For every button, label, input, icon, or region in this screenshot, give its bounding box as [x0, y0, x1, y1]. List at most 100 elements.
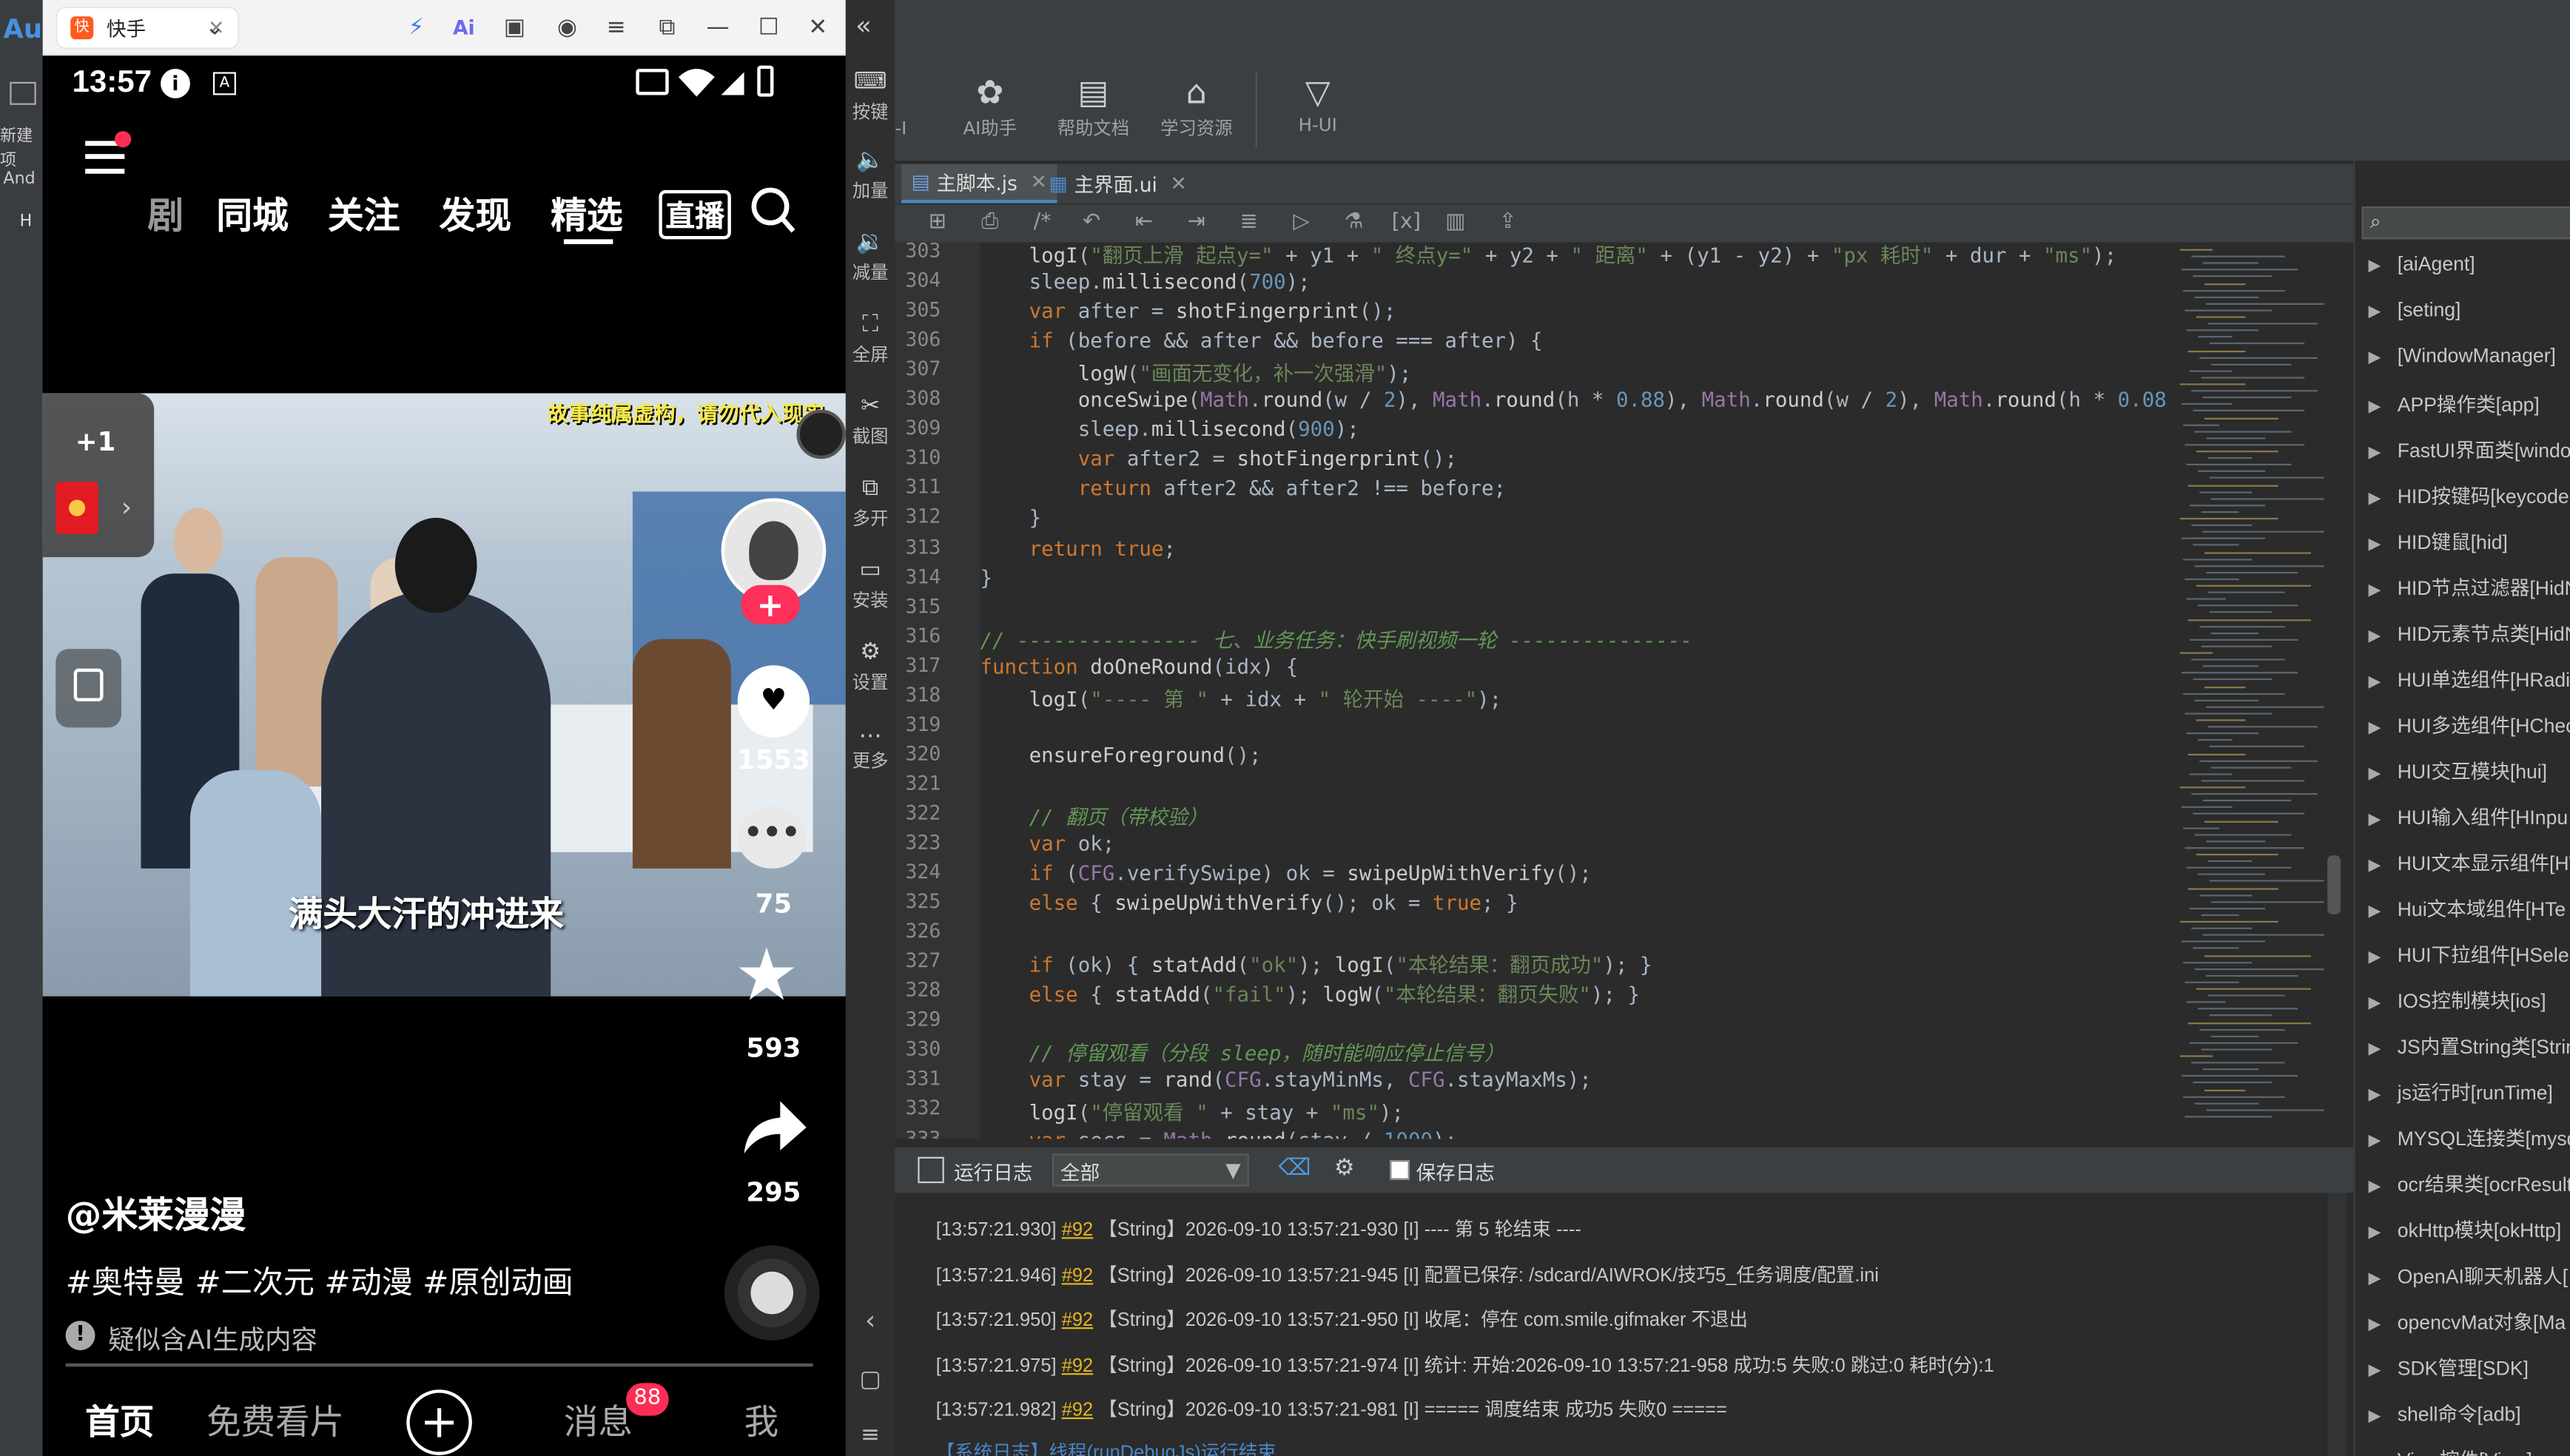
pin-window-icon[interactable]: ⧉ — [653, 13, 682, 43]
ai-icon[interactable]: Ai — [449, 13, 479, 43]
api-tree-item[interactable]: ▶ HUI单选组件[HRadi — [2369, 665, 2570, 693]
code-editor[interactable]: 303 304 305 306 307 308 309 310 311 312 313 314 315 3… — [895, 242, 2354, 1139]
log-filter-select[interactable]: 全部 ▼ — [1052, 1153, 1249, 1187]
api-tree-item[interactable]: ▶ okHttp模块[okHttp] — [2369, 1216, 2570, 1244]
video-save-button[interactable] — [55, 649, 121, 728]
bottom-nav-home[interactable]: 首页 — [85, 1396, 154, 1445]
api-tree-item[interactable]: ▶ Hui文本域组件[HTe — [2369, 894, 2570, 923]
video-frame[interactable]: 故事纯属虚构，请勿代入现实 +1 › 满头大汗的冲进来 — [42, 393, 846, 997]
h-ui-button[interactable]: ▽ H-UI — [1268, 72, 1367, 135]
tool-more[interactable]: … 更多 — [846, 718, 895, 773]
tab-close-icon[interactable]: ✕ — [1171, 172, 1187, 195]
api-tree-item[interactable]: ▶ HUI输入组件[HInpu — [2369, 803, 2570, 831]
scroll-thumb[interactable] — [2327, 855, 2341, 914]
expand-arrow-icon[interactable]: ▶ — [2369, 582, 2381, 599]
expand-arrow-icon[interactable]: ▶ — [2369, 1040, 2381, 1058]
expand-arrow-icon[interactable]: ▶ — [2369, 673, 2381, 691]
collapse-toolbar-icon[interactable]: « — [855, 10, 872, 41]
editor-scrollbar[interactable] — [2324, 242, 2347, 1139]
run-icon[interactable]: ▷ — [1285, 210, 1317, 240]
maximize-icon[interactable]: ☐ — [754, 13, 784, 43]
tool-vol-down[interactable]: 🔉 减量 — [846, 229, 895, 285]
expand-arrow-icon[interactable]: ▶ — [2369, 948, 2381, 966]
nav-tab-featured[interactable]: 精选 — [551, 186, 622, 239]
api-tree-item[interactable]: ▶ js运行时[runTime] — [2369, 1078, 2570, 1106]
api-tree-item[interactable]: ▶ [seting] — [2369, 298, 2570, 321]
bottom-nav-free[interactable]: 免费看片 — [206, 1396, 344, 1445]
expand-arrow-icon[interactable]: ▶ — [2369, 536, 2381, 553]
expand-arrow-icon[interactable]: ▶ — [2369, 1408, 2381, 1426]
indent-right-icon[interactable]: ⇥ — [1180, 210, 1213, 240]
learning-button[interactable]: ⌂ 学习资源 — [1147, 72, 1245, 141]
search-icon[interactable] — [750, 186, 796, 235]
minimize-icon[interactable]: — — [703, 13, 733, 43]
bottom-nav-messages[interactable]: 消息 — [564, 1396, 633, 1445]
tool-fullscreen[interactable]: ⛶ 全屏 — [846, 311, 895, 367]
clear-log-icon[interactable]: ⌫ — [1279, 1156, 1311, 1182]
api-tree-item[interactable]: ▶ HUI多选组件[HChec — [2369, 711, 2570, 739]
log-scrollbar[interactable] — [2327, 1193, 2347, 1456]
store-icon[interactable]: ▣ — [500, 13, 530, 43]
expand-arrow-icon[interactable]: ▶ — [2369, 1086, 2381, 1104]
video-tags[interactable]: #奥特曼 #二次元 #动漫 #原创动画 — [66, 1258, 573, 1303]
comment-icon[interactable]: ••• — [737, 806, 807, 869]
expand-arrow-icon[interactable]: ▶ — [2369, 1316, 2381, 1334]
expand-arrow-icon[interactable]: ▶ — [2369, 257, 2381, 275]
close-icon[interactable]: ✕ — [803, 13, 832, 43]
menu-icon[interactable]: ≡ — [602, 13, 631, 43]
tab-main-ui[interactable]: ▦ 主界面.ui ✕ — [1039, 164, 1197, 203]
api-tree-item[interactable]: ▶ HUI文本显示组件[HT — [2369, 849, 2570, 877]
api-tree-item[interactable]: ▶ APP操作类[app] — [2369, 390, 2570, 418]
save-log-checkbox[interactable] — [1390, 1160, 1410, 1180]
format-icon[interactable]: ≣ — [1233, 210, 1265, 240]
favorite-star-icon[interactable]: ★ — [734, 940, 798, 1012]
log-thread-link[interactable]: #92 — [1062, 1401, 1093, 1421]
music-disc[interactable] — [724, 1245, 820, 1341]
ai-assistant-button[interactable]: ✿ AI助手 — [941, 72, 1039, 141]
back-nav-icon[interactable]: ‹ — [846, 1304, 895, 1335]
tool-screenshot[interactable]: ✂ 截图 — [846, 394, 895, 449]
tool-keys[interactable]: ⌨ 按键 — [846, 69, 895, 124]
create-plus-button[interactable]: + — [406, 1389, 472, 1455]
api-tree-item[interactable]: ▶View控件[View] — [2369, 1446, 2570, 1456]
tool-install[interactable]: ▭ 安装 — [846, 557, 895, 613]
api-tree-item[interactable]: ▶ HID按键码[keycode — [2369, 482, 2570, 510]
api-tree-item[interactable]: ▶ HUI下拉组件[HSele — [2369, 940, 2570, 968]
api-tree-item[interactable]: ▶ FastUI界面类[windo — [2369, 436, 2570, 464]
expand-arrow-icon[interactable]: ▶ — [2369, 1132, 2381, 1150]
log-settings-icon[interactable]: ⚙ — [1334, 1156, 1355, 1182]
expand-arrow-icon[interactable]: ▶ — [2369, 349, 2381, 367]
follow-plus-button[interactable]: + — [741, 584, 800, 624]
log-thread-link[interactable]: #92 — [1062, 1267, 1093, 1287]
expand-arrow-icon[interactable]: ▶ — [2369, 1454, 2381, 1456]
tool-settings[interactable]: ⚙ 设置 — [846, 639, 895, 695]
api-tree-item[interactable]: ▶ HID键鼠[hid] — [2369, 528, 2570, 556]
tab-dropdown-icon[interactable]: ⌄ — [200, 13, 229, 43]
add-icon[interactable]: ⊞ — [921, 210, 954, 240]
home-nav-icon[interactable]: ▢ — [846, 1366, 895, 1392]
api-tree-item[interactable]: ▶ MYSQL连接类[mysq — [2369, 1124, 2570, 1152]
red-packet-widget[interactable]: +1 › — [42, 393, 155, 558]
api-search-input[interactable]: ⌕ — [2361, 206, 2570, 240]
expand-arrow-icon[interactable]: ▶ — [2369, 857, 2381, 874]
api-tree-item[interactable]: ▶ SDK管理[SDK] — [2369, 1354, 2570, 1382]
clipboard-icon[interactable]: ▥ — [1439, 210, 1472, 240]
api-tree-item[interactable]: ▶ [aiAgent] — [2369, 252, 2570, 275]
bolt-icon[interactable]: ⚡ — [402, 13, 431, 43]
expand-arrow-icon[interactable]: ▶ — [2369, 1179, 2381, 1196]
api-tree-item[interactable]: ▶ [WindowManager] — [2369, 344, 2570, 367]
expand-arrow-icon[interactable]: ▶ — [2369, 1224, 2381, 1242]
tab-main-script[interactable]: ▤ 主脚本.js ✕ — [901, 164, 1057, 203]
expand-arrow-icon[interactable]: ▶ — [2369, 719, 2381, 737]
expand-arrow-icon[interactable]: ▶ — [2369, 1270, 2381, 1288]
nav-tab-drama[interactable]: 剧 — [147, 186, 184, 239]
expand-arrow-icon[interactable]: ▶ — [2369, 303, 2381, 321]
expand-arrow-icon[interactable]: ▶ — [2369, 811, 2381, 829]
api-tree-item[interactable]: ▶ HID节点过滤器[HidN — [2369, 573, 2570, 601]
flask-icon[interactable]: ⚗ — [1337, 210, 1370, 240]
expand-arrow-icon[interactable]: ▶ — [2369, 398, 2381, 416]
nav-tab-discover[interactable]: 发现 — [440, 186, 511, 239]
nav-tab-local[interactable]: 同城 — [216, 186, 288, 239]
nav-tab-follow[interactable]: 关注 — [328, 186, 400, 239]
variable-icon[interactable]: [x] — [1390, 210, 1422, 240]
